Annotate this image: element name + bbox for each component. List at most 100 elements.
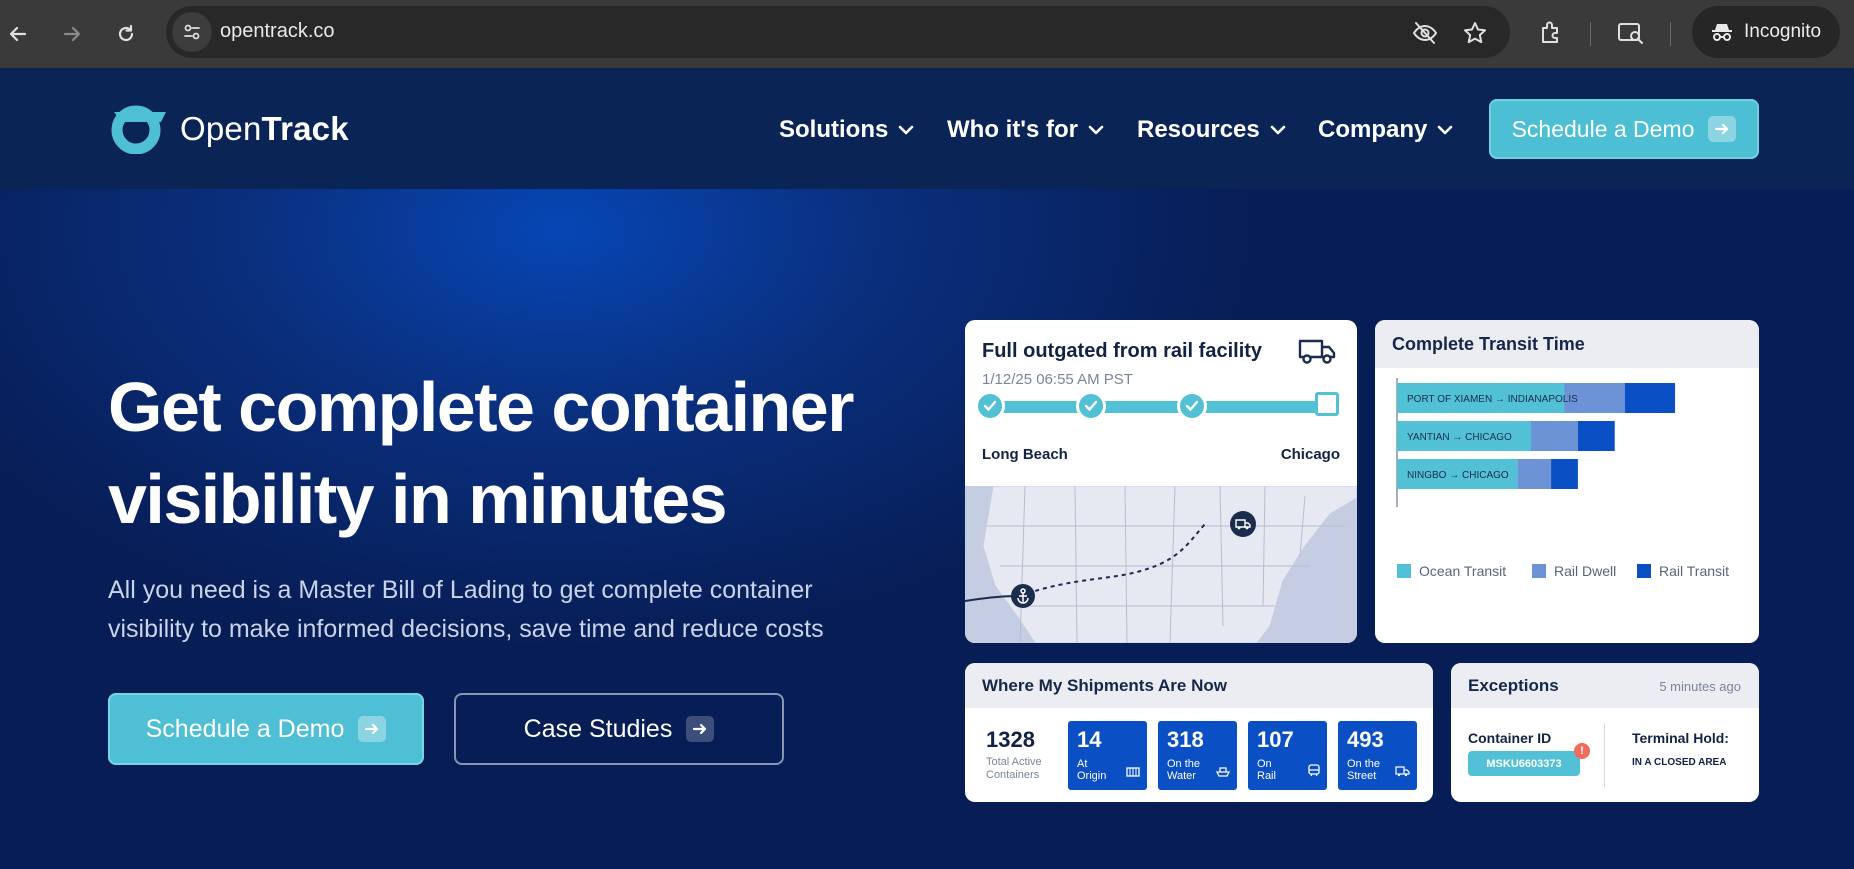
- chevron-down-icon: [899, 125, 914, 135]
- back-arrow-icon: [9, 26, 27, 42]
- transit-bar-segment: [1624, 383, 1676, 413]
- transit-time-chart: PORT OF XIAMEN → INDIANAPOLIS YANTIAN → C…: [1396, 378, 1729, 579]
- stat-on-the-water[interactable]: 318 On the Water: [1158, 721, 1237, 790]
- nav-solutions[interactable]: Solutions: [779, 116, 914, 144]
- opentrack-logo-icon: [111, 105, 166, 154]
- destination-label: Chicago: [1280, 446, 1340, 463]
- star-icon: [1464, 22, 1486, 44]
- stat-value: 14: [1077, 727, 1102, 752]
- opentrack-logo[interactable]: OpenTrack: [108, 104, 349, 154]
- transit-bar-segment: [1577, 421, 1615, 451]
- route-label: NINGBO → CHICAGO: [1407, 470, 1509, 481]
- transit-bar-segment: [1531, 421, 1578, 451]
- transit-bar-segment: [1517, 459, 1552, 489]
- chevron-down-icon: [1438, 125, 1453, 135]
- back-button[interactable]: [2, 18, 34, 50]
- milestone-check-icon: [975, 391, 1005, 421]
- route-label: YANTIAN → CHICAGO: [1407, 432, 1512, 443]
- legend-swatch: [1532, 564, 1546, 578]
- reload-icon: [118, 24, 134, 42]
- legend-label: Rail Transit: [1659, 563, 1729, 579]
- truck-icon: [1395, 764, 1410, 782]
- bookmark-button[interactable]: [1462, 20, 1488, 46]
- puzzle-icon: [1542, 21, 1558, 43]
- status-title: Full outgated from rail facility: [982, 340, 1263, 362]
- hero-primary-label: Schedule a Demo: [145, 714, 345, 743]
- stat-value: 493: [1347, 727, 1384, 752]
- site-info-button[interactable]: [172, 12, 212, 52]
- exceptions-divider: [1604, 723, 1605, 787]
- case-studies-label: Case Studies: [523, 714, 673, 743]
- stat-on-rail[interactable]: 107 On Rail: [1248, 721, 1327, 790]
- stat-on-the-street[interactable]: 493 On the Street: [1338, 721, 1417, 790]
- nav-who-its-for-label: Who it's for: [947, 116, 1079, 143]
- progress-track: [987, 401, 1327, 413]
- incognito-icon: [1712, 24, 1732, 41]
- header-cta-label: Schedule a Demo: [1511, 115, 1695, 142]
- hero-subtitle: All you need is a Master Bill of Lading …: [108, 576, 824, 643]
- route-label: PORT OF XIAMEN → INDIANAPOLIS: [1407, 394, 1578, 405]
- arrow-right-icon: [358, 716, 387, 742]
- alert-icon: !: [1574, 743, 1590, 759]
- chevron-down-icon: [1270, 125, 1286, 135]
- milestone-check-icon: [1076, 391, 1106, 421]
- total-label: Total Active Containers: [986, 756, 1042, 781]
- exceptions-card: Exceptions 5 minutes ago Container ID MS…: [1451, 663, 1759, 802]
- hero-schedule-demo-button[interactable]: Schedule a Demo: [108, 693, 424, 765]
- browser-toolbar: opentrack.co Incognito: [0, 0, 1854, 68]
- incognito-profile-button[interactable]: Incognito: [1692, 6, 1840, 58]
- address-bar[interactable]: opentrack.co: [166, 6, 1510, 58]
- case-studies-button[interactable]: Case Studies: [454, 693, 784, 765]
- forward-button[interactable]: [56, 18, 88, 50]
- legend-label: Ocean Transit: [1419, 563, 1506, 579]
- logo-text: OpenTrack: [180, 110, 349, 147]
- total-value: 1328: [986, 727, 1035, 752]
- reload-button[interactable]: [110, 18, 142, 50]
- container-icon: [1126, 764, 1140, 782]
- status-timestamp: 1/12/25 06:55 AM PST: [982, 371, 1133, 388]
- toolbar-separator: [1590, 22, 1591, 46]
- nav-resources-label: Resources: [1137, 116, 1260, 143]
- total-active-containers: 1328 Total Active Containers: [986, 727, 1042, 782]
- transit-time-card: Complete Transit Time PORT OF XIAMEN → I…: [1375, 320, 1759, 643]
- tracking-protection-button[interactable]: [1412, 20, 1438, 46]
- terminal-hold-value: IN A CLOSED AREA: [1632, 757, 1727, 768]
- legend-swatch: [1397, 564, 1411, 578]
- transit-bar-segment: [1551, 459, 1578, 489]
- eye-off-icon: [1412, 22, 1438, 44]
- shipments-card: Where My Shipments Are Now 1328 Total Ac…: [965, 663, 1433, 802]
- legend-swatch: [1637, 564, 1651, 578]
- exceptions-time-ago: 5 minutes ago: [1659, 679, 1741, 694]
- truck-icon: [1297, 336, 1337, 371]
- ship-icon: [1215, 764, 1231, 782]
- hero-title: Get complete container visibility in minu…: [108, 368, 854, 538]
- route-map: [965, 485, 1357, 643]
- search-tabs-button[interactable]: [1616, 18, 1646, 48]
- nav-resources[interactable]: Resources: [1137, 116, 1286, 144]
- transit-card-title: Complete Transit Time: [1375, 320, 1759, 368]
- toolbar-separator: [1670, 22, 1671, 46]
- terminal-hold-label: Terminal Hold:: [1632, 730, 1729, 746]
- arrow-right-icon: [686, 716, 715, 742]
- stat-at-origin[interactable]: 14 At Origin: [1068, 721, 1147, 790]
- nav-who-its-for[interactable]: Who it's for: [947, 116, 1104, 144]
- arrow-right-icon: [1708, 116, 1737, 142]
- extensions-button[interactable]: [1536, 18, 1566, 48]
- nav-company-label: Company: [1318, 116, 1428, 143]
- url-text[interactable]: opentrack.co: [220, 20, 335, 43]
- tune-icon: [184, 24, 200, 40]
- stat-value: 107: [1257, 727, 1294, 752]
- truck-marker-icon: [1235, 517, 1251, 536]
- train-icon: [1308, 764, 1320, 782]
- tab-search-icon: [1618, 23, 1643, 44]
- anchor-icon: [1016, 588, 1030, 609]
- container-id-badge[interactable]: MSKU6603373: [1468, 751, 1580, 776]
- shipments-card-title: Where My Shipments Are Now: [965, 663, 1433, 708]
- origin-label: Long Beach: [982, 446, 1068, 463]
- nav-company[interactable]: Company: [1318, 116, 1453, 144]
- legend-label: Rail Dwell: [1554, 563, 1616, 579]
- stat-value: 318: [1167, 727, 1204, 752]
- chevron-down-icon: [1088, 125, 1104, 135]
- header-schedule-demo-button[interactable]: Schedule a Demo: [1489, 99, 1759, 159]
- nav-solutions-label: Solutions: [779, 116, 889, 143]
